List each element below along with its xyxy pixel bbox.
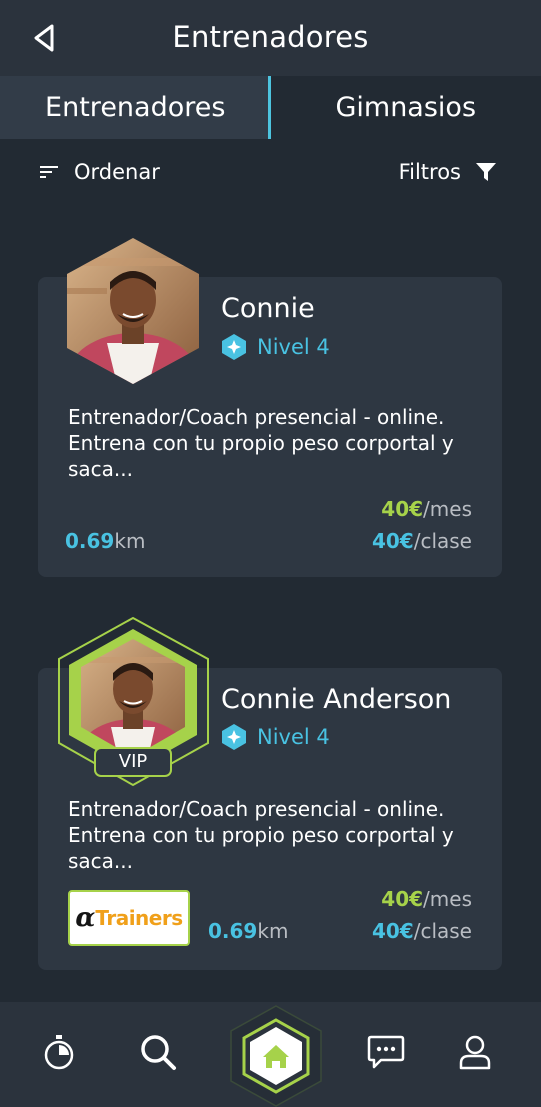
price-class-amount: 40€: [371, 919, 414, 943]
price-month-amount: 40€: [381, 887, 424, 911]
nav-profile[interactable]: [455, 1032, 495, 1072]
nav-home[interactable]: [230, 1005, 322, 1107]
distance-value: 0.69: [208, 919, 258, 943]
page-title: Entrenadores: [172, 20, 369, 54]
price-class: 40€/clase: [372, 529, 472, 553]
price-month-amount: 40€: [381, 497, 424, 521]
distance-unit: km: [114, 529, 146, 553]
price-month: 40€/mes: [381, 497, 472, 521]
level-label: Nivel 4: [257, 335, 330, 359]
price-class-unit: /clase: [413, 529, 472, 553]
sort-button[interactable]: Ordenar: [38, 160, 160, 184]
distance: 0.69km: [65, 529, 145, 553]
filter-label: Filtros: [398, 160, 461, 184]
distance-value: 0.69: [65, 529, 115, 553]
price-month: 40€/mes: [381, 887, 472, 911]
gym-logo-text: Trainers: [95, 906, 183, 930]
nav-timer[interactable]: [39, 1032, 79, 1072]
gym-logo: α Trainers: [68, 890, 190, 946]
price-month-unit: /mes: [423, 887, 472, 911]
tab-bar: Entrenadores Gimnasios: [0, 76, 541, 139]
trainer-name: Connie Anderson: [221, 684, 452, 715]
trainer-description: Entrenador/Coach presencial - online. En…: [68, 405, 454, 481]
price-class-amount: 40€: [371, 529, 414, 553]
app-header: Entrenadores: [0, 0, 541, 76]
nav-chat[interactable]: [366, 1032, 406, 1072]
stopwatch-icon: [44, 1035, 74, 1070]
trainer-level: Nivel 4: [221, 333, 330, 361]
trainer-name: Connie: [221, 293, 315, 324]
level-label: Nivel 4: [257, 725, 330, 749]
tab-gimnasios[interactable]: Gimnasios: [270, 76, 541, 139]
search-icon: [141, 1035, 176, 1070]
trainer-description: Entrenador/Coach presencial - online. En…: [68, 797, 454, 873]
sort-label: Ordenar: [74, 160, 160, 184]
trainer-avatar: [67, 238, 199, 388]
profile-icon: [459, 1035, 491, 1070]
level-badge-icon: [222, 724, 246, 750]
price-class: 40€/clase: [372, 919, 472, 943]
distance-unit: km: [257, 919, 289, 943]
trainer-level: Nivel 4: [221, 723, 330, 751]
home-icon: [230, 1005, 322, 1107]
level-badge-icon: [222, 334, 246, 360]
price-class-unit: /clase: [413, 919, 472, 943]
gym-logo-alpha: α: [75, 903, 96, 933]
filter-button[interactable]: Filtros: [399, 160, 497, 184]
vip-badge: VIP: [118, 751, 148, 772]
sort-icon: [40, 166, 58, 178]
filter-funnel-icon: [476, 163, 496, 181]
nav-search[interactable]: [138, 1032, 178, 1072]
tab-divider: [268, 76, 271, 139]
distance: 0.69km: [208, 919, 288, 943]
trainer-avatar-vip: VIP: [57, 616, 210, 791]
chat-icon: [367, 1035, 405, 1069]
bottom-navigation: [0, 1002, 541, 1107]
price-month-unit: /mes: [423, 497, 472, 521]
sort-filter-row: Ordenar Filtros: [0, 160, 541, 200]
tab-entrenadores[interactable]: Entrenadores: [0, 76, 271, 139]
